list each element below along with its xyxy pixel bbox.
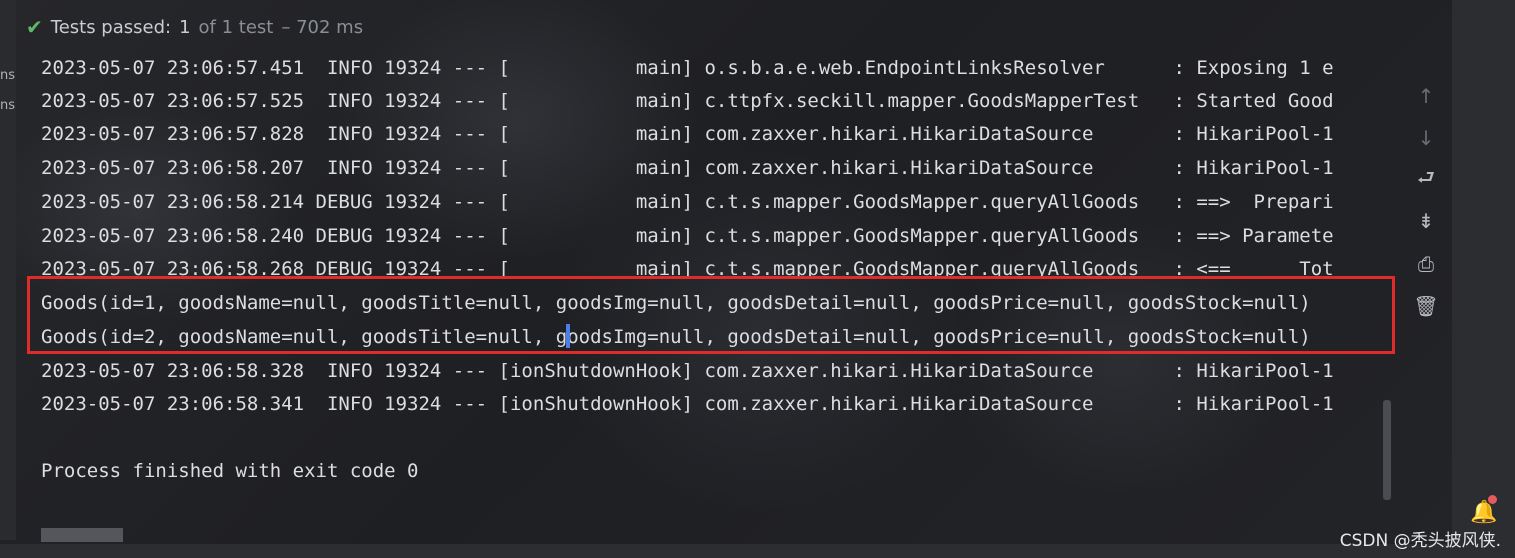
- console-output[interactable]: 2023-05-07 23:06:57.451 INFO 19324 --- […: [16, 54, 1400, 540]
- console-line: Goods(id=1, goodsName=null, goodsTitle=n…: [41, 292, 1311, 314]
- console-line: 2023-05-07 23:06:58.328 INFO 19324 --- […: [41, 360, 1334, 382]
- trash-icon[interactable]: 🗑: [1412, 292, 1440, 320]
- notification-badge: [1488, 495, 1497, 504]
- up-arrow-icon[interactable]: ↑: [1412, 82, 1440, 110]
- test-status-bar: ✔ Tests passed: 1 of 1 test – 702 ms: [16, 0, 1462, 54]
- horizontal-scrollbar[interactable]: [41, 528, 123, 542]
- console-line: 2023-05-07 23:06:57.828 INFO 19324 --- […: [41, 123, 1334, 145]
- print-icon[interactable]: ⎙: [1412, 250, 1440, 278]
- console-line: 2023-05-07 23:06:57.525 INFO 19324 --- […: [41, 90, 1334, 112]
- console-line: 2023-05-07 23:06:58.268 DEBUG 19324 --- …: [41, 258, 1334, 280]
- bottom-status-bar: [0, 544, 1515, 558]
- vertical-scrollbar[interactable]: [1383, 400, 1391, 500]
- left-tool-strip: ns ns: [0, 0, 16, 540]
- console-line: 2023-05-07 23:06:58.341 INFO 19324 --- […: [41, 393, 1334, 415]
- left-strip-label: ns: [0, 98, 16, 113]
- tests-passed-label: Tests passed:: [50, 16, 172, 38]
- console-line: Goods(id=2, goodsName=null, goodsTitle=n…: [41, 326, 1311, 348]
- console-line: Process finished with exit code 0: [41, 460, 419, 482]
- console-line: 2023-05-07 23:06:57.451 INFO 19324 --- […: [41, 57, 1334, 79]
- console-toolbar: ↑ ↓ ⮐ ⇟ ⎙ 🗑: [1404, 54, 1450, 540]
- soft-wrap-icon[interactable]: ⮐: [1412, 165, 1440, 194]
- right-side-panel: [1452, 0, 1515, 558]
- down-arrow-icon[interactable]: ↓: [1412, 124, 1440, 152]
- passed-count: 1: [179, 16, 191, 38]
- total-tests: of 1 test: [198, 16, 274, 38]
- console-line: 2023-05-07 23:06:58.214 DEBUG 19324 --- …: [41, 191, 1334, 213]
- test-duration: – 702 ms: [281, 16, 364, 38]
- check-icon: ✔: [26, 15, 43, 39]
- watermark: CSDN @秃头披风侠.: [1339, 531, 1501, 551]
- console-line: 2023-05-07 23:06:58.207 INFO 19324 --- […: [41, 157, 1334, 179]
- console-line: 2023-05-07 23:06:58.240 DEBUG 19324 --- …: [41, 225, 1334, 247]
- left-strip-label: ns: [0, 68, 16, 83]
- scroll-to-end-icon[interactable]: ⇟: [1412, 207, 1440, 235]
- text-cursor: [566, 324, 570, 348]
